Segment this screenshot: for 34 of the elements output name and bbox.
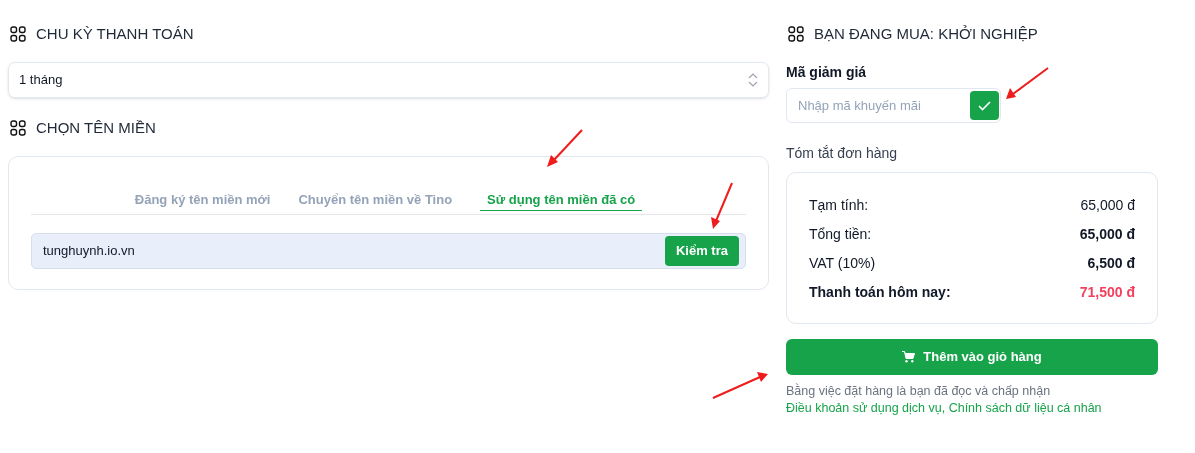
terms-text: Bằng việc đặt hàng là bạn đã đọc và chấp nhận Điều khoản sử dụng dịch vụ, Chính sách dữ liệu cá nhân: [786, 383, 1103, 417]
domain-tab[interactable]: Chuyển tên miền về Tino: [298, 189, 453, 211]
annotation-arrow: [712, 372, 768, 399]
terms-link[interactable]: Chính sách dữ liệu cá nhân: [948, 401, 1102, 415]
summary-amount: 65,000 đ: [1080, 195, 1135, 215]
section-heading: CHỌN TÊN MIỀN: [36, 117, 156, 138]
section-heading: CHU KỲ THANH TOÁN: [36, 23, 194, 44]
summary-title: Tóm tắt đơn hàng: [786, 144, 899, 162]
terms-link[interactable]: Điều khoản sử dụng dịch vụ,: [786, 401, 946, 415]
summary-amount: 65,000 đ: [1079, 224, 1135, 244]
coupon-label: Mã giảm giá: [786, 63, 868, 81]
check-button[interactable]: Kiểm tra: [664, 236, 739, 266]
domain-field[interactable]: tunghuynh.io.vn Kiểm tra: [31, 233, 746, 269]
section-heading: BẠN ĐANG MUA: KHỞI NGHIỆP: [814, 23, 1038, 44]
apply-button[interactable]: [970, 91, 999, 120]
summary-label: Thanh toán hôm nay:: [809, 282, 951, 302]
grid-icon: [10, 26, 26, 42]
annotation-arrow: [711, 182, 733, 229]
domain-tab[interactable]: Sử dụng tên miền đã có: [480, 189, 643, 211]
grid-icon: [788, 26, 804, 42]
grid-icon: [10, 120, 26, 136]
summary-label: Tổng tiền:: [809, 224, 872, 244]
annotation-arrow: [547, 129, 583, 167]
summary-amount: 6,500 đ: [1087, 253, 1135, 273]
chevron-updown-icon: [748, 72, 758, 88]
check-icon: [978, 100, 991, 111]
billing-cycle-select[interactable]: 1 tháng: [8, 62, 769, 98]
summary-label: Tạm tính:: [809, 195, 869, 215]
summary-label: VAT (10%): [809, 253, 876, 273]
summary-amount: 71,500 đ: [1079, 282, 1135, 302]
add-to-cart-button[interactable]: Thêm vào giỏ hàng: [786, 339, 1158, 375]
cart-icon: [902, 351, 916, 363]
domain-tab[interactable]: Đăng ký tên miền mới: [134, 189, 271, 211]
annotation-arrow: [1006, 67, 1049, 99]
